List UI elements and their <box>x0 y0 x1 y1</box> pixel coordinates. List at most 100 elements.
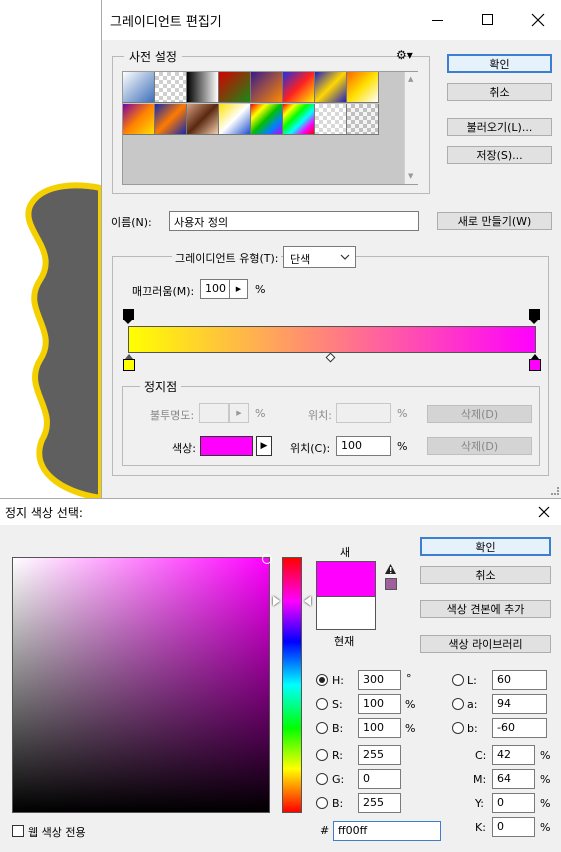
preset-swatch[interactable] <box>123 104 155 135</box>
close-button[interactable] <box>517 8 557 32</box>
hue-slider[interactable] <box>282 557 302 813</box>
picker-close-button[interactable] <box>532 502 556 522</box>
hue-slider-right-arrow-icon[interactable] <box>304 596 311 606</box>
preset-swatch[interactable] <box>155 104 187 135</box>
resize-grip-icon[interactable] <box>551 487 559 495</box>
color-location-input[interactable]: 100 <box>336 436 391 456</box>
color-menu-arrow-icon[interactable]: ▶ <box>256 436 272 456</box>
color-label: 색상: <box>172 442 196 455</box>
presets-legend: 사전 설정 <box>124 48 182 65</box>
lab-b-radio[interactable] <box>452 722 464 734</box>
lab-a-input[interactable]: 94 <box>492 694 547 714</box>
rgb-b-input[interactable]: 255 <box>358 793 401 813</box>
preset-swatch[interactable] <box>187 104 219 135</box>
opacity-stop-right[interactable] <box>529 309 540 324</box>
preset-swatch[interactable] <box>219 104 251 135</box>
opacity-unit: % <box>255 407 266 420</box>
preset-swatch[interactable] <box>251 72 283 103</box>
hsb-b-radio[interactable] <box>316 722 328 734</box>
hsb-s-unit: % <box>405 698 416 711</box>
hsb-s-radio[interactable] <box>316 698 328 710</box>
maximize-icon <box>482 14 493 25</box>
preset-swatch[interactable] <box>347 72 379 103</box>
load-button[interactable]: 불러오기(L)... <box>447 118 552 136</box>
cmyk-k-label: K: <box>475 821 486 834</box>
minimize-button[interactable] <box>417 8 457 32</box>
saturation-brightness-field[interactable] <box>12 554 272 813</box>
location-label-disabled: 위치: <box>308 409 332 422</box>
cmyk-m-label: M: <box>473 773 487 786</box>
web-colors-only-checkbox[interactable] <box>12 825 24 837</box>
hsb-h-input[interactable]: 300 <box>358 670 401 690</box>
picker-cancel-button[interactable]: 취소 <box>420 566 551 584</box>
hsb-h-radio[interactable] <box>316 674 328 686</box>
hex-label: # <box>320 824 330 837</box>
preset-swatch[interactable] <box>187 72 219 103</box>
ok-button[interactable]: 확인 <box>447 54 552 73</box>
smoothness-label: 매끄러움(M): <box>132 285 195 298</box>
smoothness-stepper[interactable]: ▶ <box>230 279 248 299</box>
hue-slider-left-arrow-icon[interactable] <box>273 596 280 606</box>
lab-l-input[interactable]: 60 <box>492 670 547 690</box>
cmyk-y-input[interactable]: 0 <box>492 793 535 813</box>
preset-swatch[interactable] <box>283 104 315 135</box>
preset-swatch[interactable] <box>155 72 187 103</box>
opacity-label: 불투명도: <box>150 409 195 422</box>
wavy-shape <box>25 182 104 502</box>
current-color-preview[interactable] <box>316 596 376 630</box>
preset-swatch[interactable] <box>283 72 315 103</box>
window-title: 그레이디언트 편집기 <box>110 15 222 30</box>
new-gradient-button[interactable]: 새로 만들기(W) <box>437 212 552 230</box>
cmyk-c-unit: % <box>540 749 551 762</box>
gradient-preview-bar[interactable] <box>128 326 536 353</box>
presets-menu-gear-icon[interactable]: ⚙▾ <box>396 48 413 62</box>
opacity-delete-button: 삭제(D) <box>427 405 532 423</box>
save-button[interactable]: 저장(S)... <box>447 146 552 164</box>
cmyk-k-input[interactable]: 0 <box>492 817 535 837</box>
preset-swatch[interactable] <box>315 72 347 103</box>
preset-swatch[interactable] <box>251 104 283 135</box>
rgb-b-radio[interactable] <box>316 797 328 809</box>
preset-swatch[interactable] <box>219 72 251 103</box>
name-input[interactable]: 사용자 정의 <box>169 211 419 231</box>
cmyk-k-unit: % <box>540 821 551 834</box>
rgb-r-input[interactable]: 255 <box>358 745 401 765</box>
rgb-g-input[interactable]: 0 <box>358 769 401 789</box>
stop-color-swatch[interactable] <box>200 436 253 456</box>
color-stop-left[interactable] <box>123 354 135 372</box>
presets-swatch-grid: ▲ ▼ <box>122 71 418 185</box>
lab-b-input[interactable]: -60 <box>492 718 547 738</box>
color-libraries-button[interactable]: 색상 라이브러리 <box>420 635 551 653</box>
add-to-swatches-button[interactable]: 색상 견본에 추가 <box>420 600 551 618</box>
maximize-button[interactable] <box>467 8 507 32</box>
cmyk-c-input[interactable]: 42 <box>492 745 535 765</box>
hex-input[interactable]: ff00ff <box>333 821 441 841</box>
presets-scrollbar[interactable]: ▲ ▼ <box>404 72 418 184</box>
rgb-r-radio[interactable] <box>316 749 328 761</box>
preset-swatch[interactable] <box>123 72 155 103</box>
preset-swatch[interactable] <box>315 104 347 135</box>
opacity-stop-left[interactable] <box>123 309 134 324</box>
smoothness-input[interactable]: 100 <box>200 279 230 299</box>
cmyk-m-input[interactable]: 64 <box>492 769 535 789</box>
scroll-up-icon[interactable]: ▲ <box>408 75 413 83</box>
gamut-warning-swatch[interactable] <box>385 578 397 590</box>
hsb-b-input[interactable]: 100 <box>358 718 401 738</box>
color-field-cursor[interactable] <box>262 554 272 564</box>
picker-title-bar: 정지 색상 선택: <box>0 499 561 525</box>
gamut-warning-icon[interactable] <box>384 563 397 575</box>
color-location-label: 위치(C): <box>290 442 331 455</box>
lab-l-radio[interactable] <box>452 674 464 686</box>
cancel-button[interactable]: 취소 <box>447 83 552 101</box>
cmyk-y-unit: % <box>540 797 551 810</box>
gradient-type-select[interactable]: 단색 <box>283 246 356 268</box>
opacity-input <box>199 403 229 423</box>
color-stop-right-selected[interactable] <box>529 354 541 372</box>
lab-a-radio[interactable] <box>452 698 464 710</box>
preset-swatch[interactable] <box>347 104 379 135</box>
hsb-s-input[interactable]: 100 <box>358 694 401 714</box>
scroll-down-icon[interactable]: ▼ <box>408 172 413 180</box>
rgb-g-radio[interactable] <box>316 773 328 785</box>
picker-ok-button[interactable]: 확인 <box>420 537 551 556</box>
new-color-preview <box>316 561 376 596</box>
